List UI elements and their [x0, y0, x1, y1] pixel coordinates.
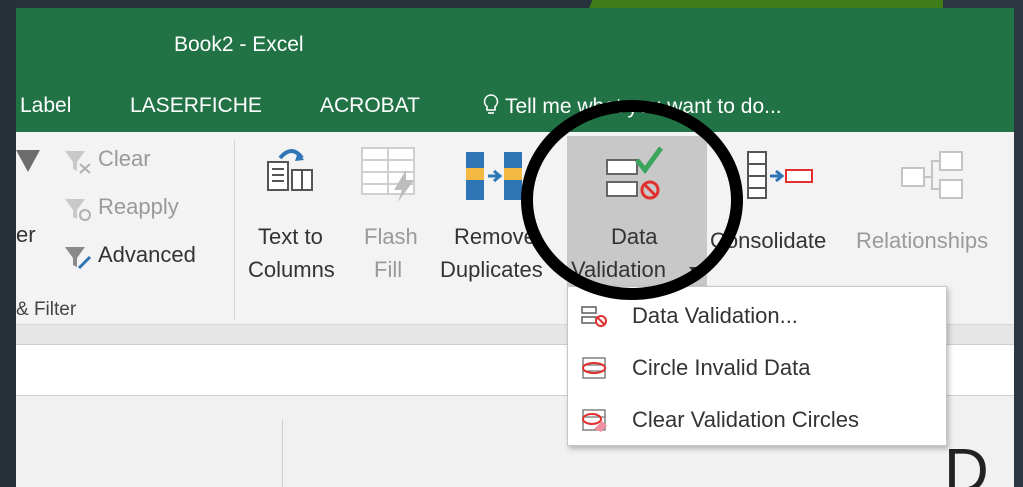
group-label-sort-filter: & Filter [16, 299, 77, 320]
menu-item-label: Circle Invalid Data [632, 355, 811, 380]
title-bar: Book2 - Excel [16, 8, 1014, 82]
window-title: Book2 - Excel [174, 33, 304, 56]
advanced-label: Advanced [98, 242, 196, 267]
circle-invalid-data-icon [582, 357, 606, 379]
annotation-circle [521, 100, 743, 300]
column-header-d[interactable]: D [944, 436, 989, 487]
flash-fill-line1: Flash [364, 224, 418, 249]
tab-label[interactable]: Label [20, 94, 71, 118]
excel-window: Book2 - Excel Label LASERFICHE ACROBAT T… [16, 8, 1014, 487]
data-validation-menu: Data Validation... Circle Invalid Data C… [567, 286, 947, 446]
clear-validation-circles-icon [582, 409, 607, 432]
relationships-icon [901, 151, 963, 199]
tab-acrobat[interactable]: ACROBAT [320, 94, 420, 118]
reapply-label: Reapply [98, 194, 179, 219]
advanced-filter-icon [65, 247, 92, 270]
clear-label: Clear [98, 146, 151, 171]
text-to-columns-line1: Text to [258, 224, 323, 249]
reapply-button[interactable]: Reapply [60, 194, 220, 224]
remove-duplicates-line1: Remove [454, 224, 536, 249]
flash-fill-line2: Fill [374, 257, 403, 282]
text-to-columns-button[interactable]: Text to Columns [244, 140, 348, 290]
clear-button[interactable]: Clear [60, 146, 220, 176]
menu-item-clear-validation-circles[interactable]: Clear Validation Circles [568, 395, 946, 445]
text-to-columns-line2: Columns [248, 257, 335, 282]
group-separator [234, 140, 235, 320]
column-divider [282, 420, 283, 487]
menu-item-label: Data Validation... [632, 303, 798, 328]
flash-fill-icon [361, 147, 415, 202]
text-to-columns-icon [267, 149, 313, 191]
lightbulb-icon [483, 94, 499, 114]
menu-item-circle-invalid-data[interactable]: Circle Invalid Data [568, 343, 946, 393]
reapply-icon [65, 199, 91, 221]
menu-item-label: Clear Validation Circles [632, 407, 860, 432]
clear-filter-icon [65, 151, 91, 174]
data-validation-small-icon [581, 306, 607, 327]
filter-icon[interactable] [16, 150, 42, 172]
ribbon-tabs: Label LASERFICHE ACROBAT Tell me what yo… [16, 82, 1014, 132]
relationships-label: Relationships [856, 228, 989, 253]
filter-button-label[interactable]: er [16, 222, 36, 248]
flash-fill-button[interactable]: Flash Fill [350, 140, 430, 290]
tab-laserfiche[interactable]: LASERFICHE [130, 94, 262, 118]
remove-duplicates-line2: Duplicates [440, 257, 543, 282]
relationships-button[interactable]: Relationships [854, 140, 1014, 290]
consolidate-icon [747, 151, 813, 199]
advanced-button[interactable]: Advanced [60, 242, 230, 272]
slide-left-panel [0, 0, 16, 487]
